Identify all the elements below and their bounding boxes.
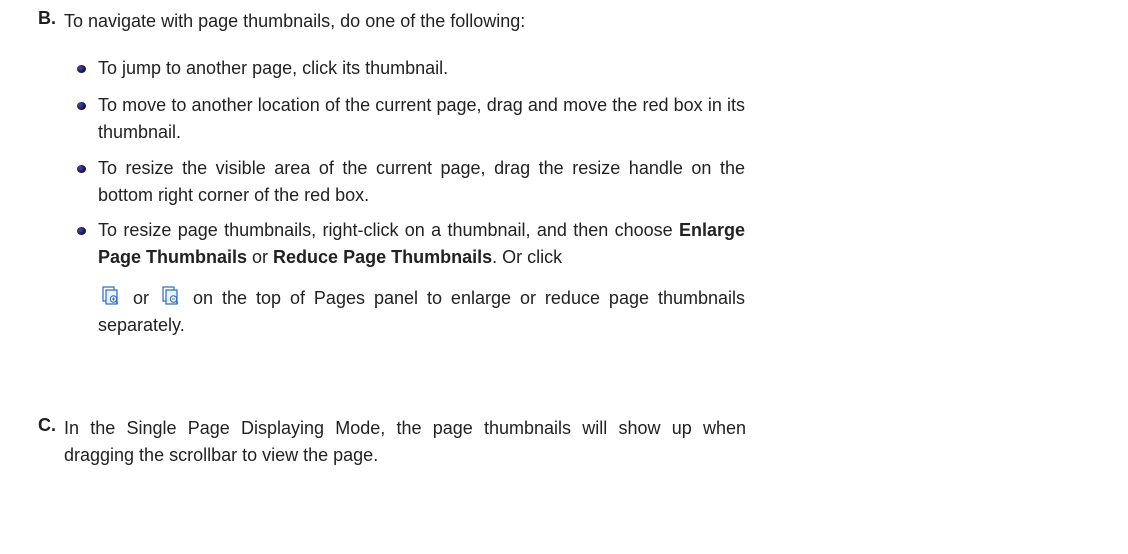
resize-thumbs-part5: on the top of Pages panel to enlarge or …: [98, 288, 745, 335]
bullet-icon: [77, 227, 86, 235]
section-b-marker: B.: [38, 8, 56, 28]
bullet-resize-thumbs-icons-line: or on the top of Pages panel to enlarge …: [98, 285, 745, 339]
bullet-icon: [77, 102, 86, 110]
resize-thumbs-part1: To resize page thumbnails, right-click o…: [98, 220, 679, 240]
bullet-move-text: To move to another location of the curre…: [98, 95, 745, 142]
reduce-page-thumbnails-label: Reduce Page Thumbnails: [273, 247, 493, 267]
bullet-icon: [77, 165, 86, 173]
bullet-jump-text: To jump to another page, click its thumb…: [98, 58, 449, 78]
section-c-marker: C.: [38, 415, 56, 435]
bullet-resize-area-text: To resize the visible area of the curren…: [98, 158, 745, 205]
resize-thumbs-part4: or: [132, 288, 149, 308]
resize-thumbs-part2: or: [247, 247, 274, 267]
reduce-thumbnails-icon: [161, 286, 181, 306]
enlarge-thumbnails-icon: [101, 286, 121, 306]
section-b-heading: To navigate with page thumbnails, do one…: [64, 11, 526, 31]
section-c-text: In the Single Page Displaying Mode, the …: [64, 418, 746, 465]
bullet-icon: [77, 65, 86, 73]
resize-thumbs-part3: . Or click: [492, 247, 563, 267]
bullet-resize-thumbs-text: To resize page thumbnails, right-click o…: [98, 217, 745, 271]
